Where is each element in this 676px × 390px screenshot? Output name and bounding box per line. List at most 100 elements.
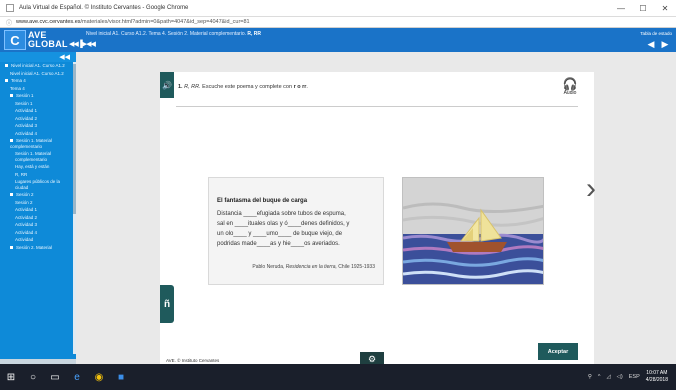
search-icon[interactable]: ○ [22,364,44,390]
sidebar-item-label: Sesión 2 [15,199,33,205]
sidebar-item[interactable]: Actividad 2 [0,214,76,222]
expand-bullet-icon [10,139,13,143]
poem-title: El fantasma del buque de carga [217,198,308,204]
audio-button[interactable]: 🎧 Audio [560,78,580,96]
ship-illustration [402,177,544,285]
collapse-sidebar-icon[interactable]: ◀◀ [59,53,70,61]
language-indicator[interactable]: ESP [629,374,640,380]
sidebar-item-label: Actividad 4 [15,229,38,235]
enye-tab[interactable]: ñ [160,285,174,323]
sidebar-item[interactable]: Sesión 1 [0,92,76,100]
people-icon[interactable]: ⚲ [588,374,592,380]
expand-bullet-icon [5,79,8,83]
sidebar-item[interactable]: Tema 4 [0,85,76,93]
sidebar-item[interactable]: Tema 4 [0,77,76,85]
sidebar-item-label: R, RR [15,171,28,177]
sidebar-item[interactable]: Sesión 2. Material [0,244,76,252]
site-info-icon[interactable]: ⓘ [6,18,12,27]
sidebar-tree: Nivel inicial A1. Curso A1.2 Nivel inicia… [0,62,76,251]
chevron-right-icon[interactable]: › [586,172,596,206]
speaker-icon: 🔊 [162,80,172,90]
sidebar-item[interactable]: Hay, está y están [0,163,76,171]
task-view-icon[interactable]: ▭ [44,364,66,390]
sidebar-item-label: Sesión 1. Material complementario [10,138,53,149]
course-sidebar: ◀◀ Nivel inicial A1. Curso A1.2 Nivel ini… [0,52,76,364]
sidebar-item-label: Actividad 2 [15,115,38,121]
browser-window: Aula Virtual de Español. © Instituto Cer… [0,0,676,390]
start-icon[interactable]: ⊞ [0,364,22,390]
activity-instruction: 1. R, RR. Escuche este poema y complete … [178,84,308,90]
address-bar[interactable]: ⓘ www.ave.cvc.cervantes.es /materiales/v… [0,17,676,28]
sidebar-item-label: Lugares públicos de la ciudad [15,179,61,190]
citation-author: Pablo Neruda, [252,264,285,270]
sidebar-item-label: Actividad 1 [15,108,38,113]
sidebar-item[interactable]: Sesión 1 [0,100,76,108]
network-icon[interactable]: ◿ [606,374,610,380]
expand-bullet-icon [5,64,8,68]
volume-icon[interactable]: ◁) [617,374,623,380]
chevron-up-icon[interactable]: ^ [598,374,601,380]
sidebar-item[interactable]: Actividad 2 [0,115,76,123]
instruction-letters: r o rr [293,84,307,90]
poem-citation: Pablo Neruda, Residencia en la tierra, C… [252,264,375,270]
clock[interactable]: 10:07 AM 4/28/2018 [646,370,668,384]
sidebar-item[interactable]: Nivel inicial A1. Curso A1.2 [0,70,76,78]
activity-number: 1. [178,84,183,90]
citation-work: Residencia en la tierra, [285,264,337,270]
window-controls: — ☐ ✕ [610,0,676,17]
next-arrow-icon[interactable]: ▶ [660,39,670,49]
taskbar: ⊞ ○ ▭ e ◉ ■ ⚲ ^ ◿ ◁) ESP 10:07 AM 4/28/2… [0,364,676,390]
sidebar-item-label: Hay, está y están [15,164,50,169]
sidebar-item[interactable]: Actividad [0,236,76,244]
status-table-label: Tabla de estado [640,31,672,36]
instruction-end: . [306,84,308,90]
minimize-icon[interactable]: — [610,0,632,17]
header-divider [176,106,578,107]
poem-line[interactable]: un olo____ y ____umo____ de buque viejo,… [217,231,342,237]
nav-arrows: ◀ ▶ [646,39,670,49]
prev-arrow-icon[interactable]: ◀ [646,39,656,49]
instruction-text: Escuche este poema y complete con [202,84,293,90]
poem-line[interactable]: sal en ____ituales olas y ó____denes def… [217,221,349,227]
sidebar-item[interactable]: Actividad 4 [0,130,76,138]
app-icon[interactable]: ■ [110,364,132,390]
sidebar-item[interactable]: Sesión 2 [0,191,76,199]
url-host: www.ave.cvc.cervantes.es [16,19,81,25]
maximize-icon[interactable]: ☐ [632,0,654,17]
citation-place: Chile 1925-1933 [338,264,375,270]
sidebar-item-label: Sesión 2 [16,192,34,197]
sidebar-item-label: Nivel inicial A1. Curso A1.2 [11,63,65,68]
sidebar-item[interactable]: Lugares públicos de la ciudad [0,178,76,191]
poem-line[interactable]: Distancia ____efugiada sobre tubos de es… [217,211,346,217]
speaker-tab[interactable]: 🔊 [160,72,174,98]
sidebar-item[interactable]: Sesión 1. Material complementario [0,150,76,163]
chrome-icon[interactable]: ◉ [88,364,110,390]
sidebar-item[interactable]: Actividad 3 [0,122,76,130]
sidebar-item[interactable]: Actividad 1 [0,107,76,115]
brand-global: GLOBAL [28,39,68,49]
headphones-icon: 🎧 [562,77,578,91]
sidebar-item[interactable]: Nivel inicial A1. Curso A1.2 [0,62,76,70]
browser-titlebar: Aula Virtual de Español. © Instituto Cer… [0,0,676,17]
breadcrumb-current: R, RR [247,31,261,37]
accept-button[interactable]: Aceptar [538,343,578,360]
close-icon[interactable]: ✕ [654,0,676,17]
sidebar-item[interactable]: Actividad 3 [0,221,76,229]
sidebar-item[interactable]: Actividad 1 [0,206,76,214]
sidebar-item-label: Sesión 2. Material [16,244,53,250]
expand-bullet-icon [10,193,13,197]
audio-label: Audio [563,90,577,96]
ave-logo: C [4,30,26,50]
clock-time: 10:07 AM [646,370,668,376]
sidebar-item-label: Tema 4 [10,85,25,91]
sidebar-item[interactable]: Actividad 4 [0,229,76,237]
sidebar-item[interactable]: Sesión 1. Material complementario [0,137,76,150]
edge-icon[interactable]: e [66,364,88,390]
sidebar-item-label: Actividad 2 [15,214,38,220]
sidebar-header: ◀◀ [0,52,76,62]
sidebar-item-label: Nivel inicial A1. Curso A1.2 [10,70,64,76]
clock-date: 4/28/2018 [645,377,668,383]
poem-line[interactable]: podridas made____as y hie____os averiado… [217,241,340,247]
sidebar-item[interactable]: Sesión 2 [0,199,76,207]
sidebar-item[interactable]: R, RR [0,171,76,179]
